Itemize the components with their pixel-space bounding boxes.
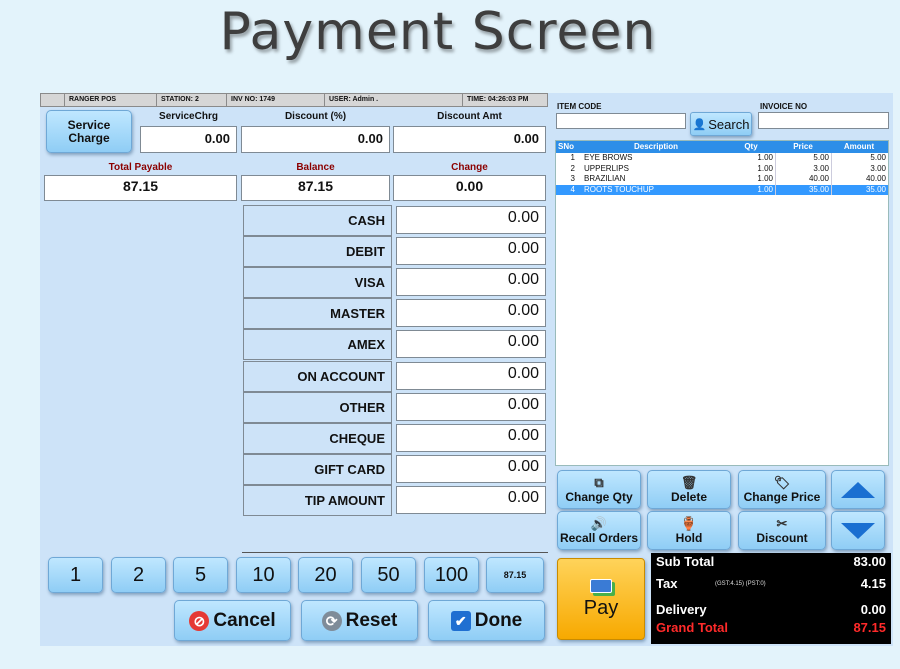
- quick-amount-5[interactable]: 5: [173, 557, 228, 593]
- reset-icon: ⟳: [321, 610, 342, 631]
- payment-label-on-account: ON ACCOUNT: [243, 361, 392, 392]
- recall-orders-button[interactable]: 🔊 Recall Orders: [557, 511, 641, 550]
- recall-icon: 🔊: [590, 516, 608, 531]
- items-table: SNo Description Qty Price Amount 1 EYE B…: [555, 140, 889, 466]
- payment-label-cheque: CHEQUE: [243, 423, 392, 454]
- table-header: SNo Description Qty Price Amount: [556, 141, 888, 153]
- quick-amount-1[interactable]: 1: [48, 557, 103, 593]
- cancel-icon: ⊘: [189, 610, 210, 631]
- balance-value: 87.15: [241, 175, 390, 201]
- reset-button[interactable]: ⟳ Reset: [301, 600, 418, 641]
- total-payable-label: Total Payable: [108, 162, 173, 173]
- done-button[interactable]: ✔ Done: [428, 600, 545, 641]
- invoice-no-input[interactable]: [758, 112, 889, 129]
- payment-label-master: MASTER: [243, 298, 392, 329]
- discount-pct-field[interactable]: 0.00: [241, 126, 390, 153]
- scroll-down-button[interactable]: [831, 511, 885, 550]
- col-price: Price: [793, 142, 813, 151]
- cancel-button[interactable]: ⊘ Cancel: [174, 600, 291, 641]
- col-description: Description: [633, 142, 678, 151]
- scroll-up-button[interactable]: [831, 470, 885, 509]
- service-charge-button[interactable]: Service Charge: [46, 110, 132, 153]
- totals-panel: Sub Total 83.00 Tax 4.15 (GST:4.15) (PST…: [651, 553, 891, 644]
- payment-label-debit: DEBIT: [243, 236, 392, 267]
- payment-input-master[interactable]: 0.00: [396, 299, 546, 327]
- change-label: Change: [451, 162, 488, 173]
- trash-icon: 🗑: [680, 475, 698, 490]
- invoice-no-label: INVOICE NO: [760, 102, 808, 111]
- payment-input-other[interactable]: 0.00: [396, 393, 546, 421]
- search-button[interactable]: 👤 Search: [690, 112, 752, 136]
- discount-amt-label: Discount Amt: [437, 111, 502, 122]
- arrow-up-icon: [841, 481, 875, 498]
- payment-input-gift-card[interactable]: 0.00: [396, 455, 546, 483]
- total-payable-value: 87.15: [44, 175, 237, 201]
- payment-label-amex: AMEX: [243, 329, 392, 360]
- discount-icon: ✂: [776, 516, 788, 531]
- payment-label-tip-amount: TIP AMOUNT: [243, 485, 392, 516]
- delivery-row: Delivery 0.00: [656, 602, 886, 617]
- payment-label-other: OTHER: [243, 392, 392, 423]
- status-user: USER: Admin .: [325, 94, 463, 106]
- hold-button[interactable]: 🏺 Hold: [647, 511, 731, 550]
- user-search-icon: 👤: [692, 118, 707, 131]
- subtotal-row: Sub Total 83.00: [656, 554, 886, 569]
- status-invoice: INV NO: 1749: [227, 94, 325, 106]
- payment-label-cash: CASH: [243, 205, 392, 236]
- arrow-down-icon: [841, 522, 875, 539]
- quick-amount-50[interactable]: 50: [361, 557, 416, 593]
- item-code-label: ITEM CODE: [557, 102, 602, 111]
- price-tag-icon: 🏷: [773, 475, 791, 490]
- table-row[interactable]: 2 UPPERLIPS 1.00 3.00 3.00: [556, 163, 888, 174]
- payment-input-visa[interactable]: 0.00: [396, 268, 546, 296]
- status-spacer: [41, 94, 65, 106]
- status-bar: RANGER POS STATION: 2 INV NO: 1749 USER:…: [40, 93, 548, 107]
- change-qty-icon: ⧉: [594, 475, 604, 490]
- discount-amt-field[interactable]: 0.00: [393, 126, 546, 153]
- payment-input-cash[interactable]: 0.00: [396, 206, 546, 234]
- page-title: Payment Screen: [219, 2, 657, 62]
- hold-jar-icon: 🏺: [680, 516, 698, 531]
- change-qty-button[interactable]: ⧉ Change Qty: [557, 470, 641, 509]
- payment-window: RANGER POS STATION: 2 INV NO: 1749 USER:…: [40, 93, 893, 646]
- payment-input-on-account[interactable]: 0.00: [396, 362, 546, 390]
- delete-button[interactable]: 🗑 Delete: [647, 470, 731, 509]
- keypad-divider: [242, 552, 548, 553]
- checkmark-icon: ✔: [450, 610, 471, 631]
- quick-amount-10[interactable]: 10: [236, 557, 291, 593]
- pay-button[interactable]: Pay: [557, 558, 645, 640]
- service-charge-field[interactable]: 0.00: [140, 126, 237, 153]
- table-row[interactable]: 1 EYE BROWS 1.00 5.00 5.00: [556, 153, 888, 164]
- item-code-input[interactable]: [556, 113, 686, 129]
- discount-button[interactable]: ✂ Discount: [738, 511, 826, 550]
- quick-amount-100[interactable]: 100: [424, 557, 479, 593]
- table-row[interactable]: 3 BRAZILIAN 1.00 40.00 40.00: [556, 174, 888, 185]
- payment-input-cheque[interactable]: 0.00: [396, 424, 546, 452]
- change-price-button[interactable]: 🏷 Change Price: [738, 470, 826, 509]
- change-value: 0.00: [393, 175, 546, 201]
- grand-total-row: Grand Total 87.15: [656, 620, 886, 635]
- col-qty: Qty: [744, 142, 758, 151]
- quick-amount-20[interactable]: 20: [298, 557, 353, 593]
- status-app: RANGER POS: [65, 94, 157, 106]
- status-time: TIME: 04:26:03 PM: [467, 96, 529, 103]
- discount-pct-label: Discount (%): [284, 111, 347, 122]
- tax-detail: (GST:4.15) (PST:0): [715, 581, 766, 587]
- table-row-selected[interactable]: 4 ROOTS TOUCHUP 1.00 35.00 35.00: [556, 184, 888, 195]
- col-amount: Amount: [843, 142, 875, 151]
- balance-label: Balance: [296, 162, 335, 173]
- col-sno: SNo: [558, 142, 574, 151]
- payment-label-visa: VISA: [243, 267, 392, 298]
- service-charge-label: ServiceChrg: [159, 111, 218, 122]
- card-cash-icon: [590, 578, 612, 593]
- tax-row: Tax 4.15: [656, 576, 886, 591]
- status-station: STATION: 2: [157, 94, 227, 106]
- quick-amount-2[interactable]: 2: [111, 557, 166, 593]
- quick-amount-exact[interactable]: 87.15: [486, 557, 544, 593]
- payment-input-debit[interactable]: 0.00: [396, 237, 546, 265]
- payment-label-gift-card: GIFT CARD: [243, 454, 392, 485]
- payment-input-amex[interactable]: 0.00: [396, 330, 546, 358]
- payment-input-tip-amount[interactable]: 0.00: [396, 486, 546, 514]
